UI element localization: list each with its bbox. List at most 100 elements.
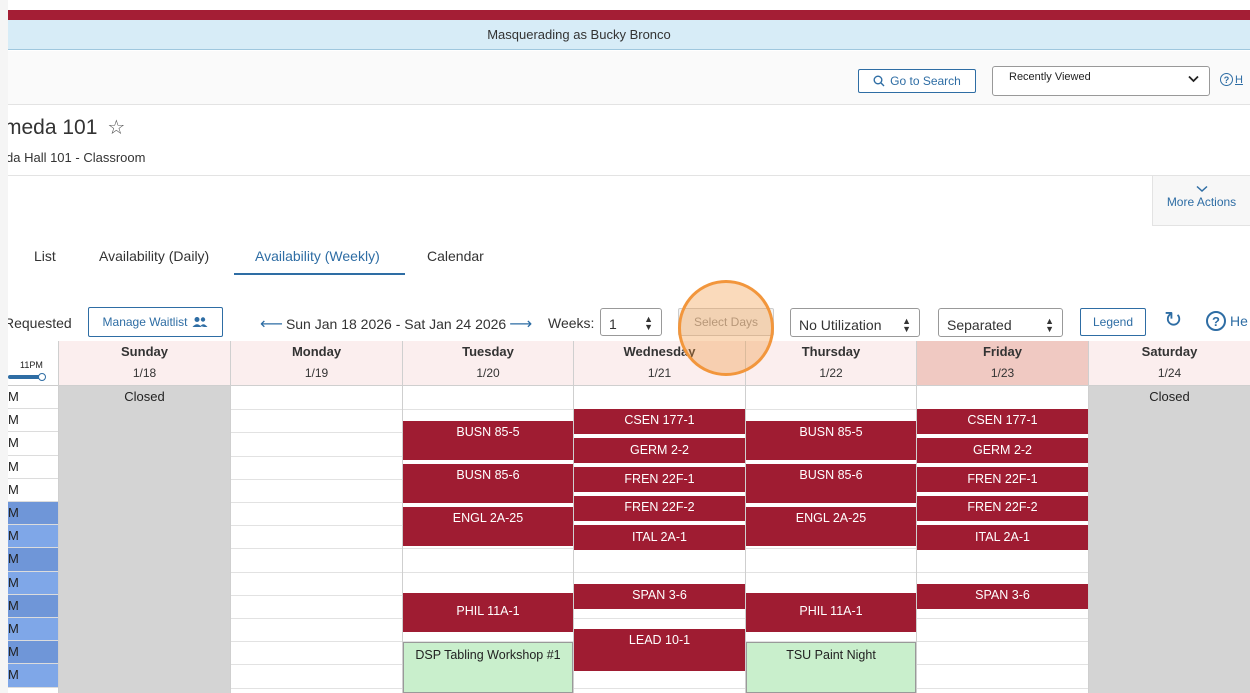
grid-row-line <box>574 687 745 689</box>
more-actions-button[interactable]: More Actions <box>1152 176 1250 226</box>
slider-handle[interactable] <box>38 373 46 381</box>
select-arrows-icon: ▲ ▼ <box>1045 316 1054 334</box>
requested-filter[interactable]: Requested <box>8 315 72 331</box>
grid-row-line <box>917 618 1088 619</box>
time-header: 11PM <box>8 341 58 386</box>
help-toolbar-label: He <box>1230 313 1248 329</box>
brand-bar <box>8 10 1250 20</box>
time-row-label: M <box>8 409 58 433</box>
event-block[interactable]: GERM 2-2 <box>574 437 745 463</box>
star-icon[interactable]: ☆ <box>107 115 125 140</box>
time-range-label: 11PM <box>20 360 43 370</box>
grid-row-line <box>403 409 573 411</box>
grid-row-line <box>917 687 1088 689</box>
grid-row-line <box>231 594 402 596</box>
grid-row-line <box>917 664 1088 666</box>
utilization-select[interactable]: No Utilization ▲ ▼ <box>790 308 920 337</box>
page: Masquerading as Bucky Bronco Go to Searc… <box>8 0 1250 693</box>
users-icon <box>192 317 208 327</box>
event-block[interactable]: ITAL 2A-1 <box>917 524 1088 550</box>
day-column-wednesday: Wednesday 1/21 CSEN 177-1 GERM 2-2 FREN 2… <box>573 341 745 693</box>
go-to-search-label: Go to Search <box>890 74 961 88</box>
event-block[interactable]: PHIL 11A-1 <box>746 592 916 632</box>
event-block[interactable]: SPAN 3-6 <box>574 583 745 609</box>
day-body: CSEN 177-1 GERM 2-2 FREN 22F-1 FREN 22F-… <box>917 386 1088 693</box>
grid-row-line <box>231 478 402 480</box>
day-column-sunday: Sunday 1/18 Closed <box>58 341 230 693</box>
event-block[interactable]: BUSN 85-5 <box>746 420 916 460</box>
arrow-right-icon[interactable]: ⟶ <box>509 314 532 334</box>
day-column-monday: Monday 1/19 <box>230 341 402 693</box>
event-block[interactable]: CSEN 177-1 <box>917 408 1088 434</box>
day-column-friday: Friday 1/23 CSEN 177-1 GERM 2-2 FREN 22F-… <box>916 341 1088 693</box>
active-tab-indicator <box>234 273 405 275</box>
masquerade-banner: Masquerading as Bucky Bronco <box>8 20 1250 50</box>
grid-row-line <box>231 409 402 411</box>
day-date: 1/22 <box>819 366 843 380</box>
day-date: 1/20 <box>476 366 500 380</box>
event-block[interactable]: BUSN 85-6 <box>403 463 573 503</box>
grid-row-line <box>574 618 745 619</box>
event-block[interactable]: TSU Paint Night <box>746 642 916 693</box>
event-block[interactable]: GERM 2-2 <box>917 437 1088 463</box>
event-block[interactable]: FREN 22F-2 <box>574 495 745 521</box>
utilization-value: No Utilization <box>799 317 882 333</box>
event-block[interactable]: ITAL 2A-1 <box>574 524 745 550</box>
arrow-left-icon[interactable]: ⟵ <box>260 314 283 334</box>
tab-list[interactable]: List <box>34 248 56 264</box>
grid-row-line <box>403 548 573 550</box>
event-block[interactable]: FREN 22F-1 <box>574 466 745 492</box>
legend-button[interactable]: Legend <box>1080 308 1146 336</box>
event-block[interactable]: ENGL 2A-25 <box>403 506 573 546</box>
day-body: BUSN 85-5 BUSN 85-6 ENGL 2A-25 PHIL 11A-… <box>746 386 916 693</box>
time-row-label: M <box>8 525 58 549</box>
search-icon <box>873 75 885 87</box>
event-block[interactable]: ENGL 2A-25 <box>746 506 916 546</box>
view-mode-select[interactable]: Separated ▲ ▼ <box>938 308 1063 337</box>
tab-availability-weekly[interactable]: Availability (Weekly) <box>255 248 380 264</box>
grid-row-line <box>231 502 402 503</box>
event-block[interactable]: FREN 22F-2 <box>917 495 1088 521</box>
grid-row-line <box>574 571 745 573</box>
stepper-arrows-icon: ▲ ▼ <box>644 314 653 332</box>
grid-row-line <box>231 618 402 619</box>
room-title-text: meda 101 <box>8 115 98 139</box>
grid-row-line <box>231 548 402 550</box>
help-link-toolbar[interactable]: ? He <box>1206 311 1248 331</box>
help-link-top[interactable]: ? H <box>1220 73 1243 86</box>
day-header: Saturday 1/24 <box>1089 341 1250 386</box>
room-subtitle: da Hall 101 - Classroom <box>8 150 146 165</box>
day-body: Closed <box>59 386 230 693</box>
event-block[interactable]: SPAN 3-6 <box>917 583 1088 609</box>
day-date: 1/24 <box>1157 366 1182 380</box>
time-row-label: M <box>8 548 58 572</box>
event-block[interactable]: FREN 22F-1 <box>917 466 1088 492</box>
manage-waitlist-button[interactable]: Manage Waitlist <box>88 307 223 337</box>
event-block[interactable]: BUSN 85-5 <box>403 420 573 460</box>
day-name: Sunday <box>121 344 168 359</box>
event-block[interactable]: PHIL 11A-1 <box>403 592 573 632</box>
day-column-tuesday: Tuesday 1/20 BUSN 85-5 BUSN 85-6 ENGL 2A-… <box>402 341 573 693</box>
weeks-stepper[interactable]: 1 ▲ ▼ <box>600 308 662 336</box>
day-column-thursday: Thursday 1/22 BUSN 85-5 BUSN 85-6 ENGL 2A… <box>745 341 916 693</box>
tab-availability-daily[interactable]: Availability (Daily) <box>99 248 209 264</box>
select-arrows-icon: ▲ ▼ <box>902 316 911 334</box>
event-block[interactable]: BUSN 85-6 <box>746 463 916 503</box>
time-column: 11PM MMMMMMMMMMMMM <box>8 341 58 693</box>
day-header: Thursday 1/22 <box>746 341 916 386</box>
weekly-grid: 11PM MMMMMMMMMMMMM Sunday 1/18 Closed Mon… <box>8 341 1250 693</box>
time-row-label: M <box>8 502 58 526</box>
event-block[interactable]: LEAD 10-1 <box>574 628 745 671</box>
closed-block: Closed <box>59 386 230 693</box>
help-icon: ? <box>1220 73 1233 86</box>
time-row-label: M <box>8 594 58 618</box>
event-block[interactable]: CSEN 177-1 <box>574 408 745 434</box>
date-range-nav: ⟵ Sun Jan 18 2026 - Sat Jan 24 2026 ⟶ <box>260 314 532 334</box>
recently-viewed-select[interactable]: Recently Viewed <box>992 66 1210 96</box>
tab-calendar[interactable]: Calendar <box>427 248 484 264</box>
refresh-icon[interactable]: ↻ <box>1164 307 1182 333</box>
day-date: 1/19 <box>304 366 329 380</box>
grid-row-line <box>231 571 402 573</box>
go-to-search-button[interactable]: Go to Search <box>858 69 976 93</box>
event-block[interactable]: DSP Tabling Workshop #1 <box>403 642 573 693</box>
